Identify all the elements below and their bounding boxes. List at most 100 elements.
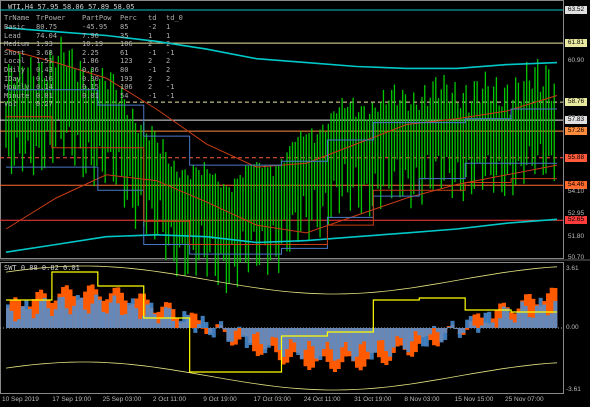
table-cell: -1 [166, 48, 175, 57]
hist-bar-blue [388, 328, 393, 357]
table-cell: 0.43 [36, 66, 53, 74]
time-axis-label: 25 Nov 07:00 [505, 396, 544, 403]
hist-bar-blue [457, 328, 462, 338]
hist-bar-blue [421, 328, 426, 347]
hist-bar-blue [138, 318, 143, 328]
hist-bar-blue [512, 322, 517, 328]
hist-bar-blue [303, 328, 308, 350]
hist-bar-blue [542, 304, 547, 328]
hist-bar-blue [105, 313, 110, 328]
hist-bar-blue [39, 301, 44, 328]
table-cell: 80 [120, 66, 129, 74]
price-label: 51.80 [567, 232, 585, 240]
hist-bar-blue [50, 316, 55, 328]
price-label: 57.83 [565, 116, 587, 125]
hist-bar-blue [428, 328, 433, 335]
hist-bar-blue [435, 328, 440, 333]
hist-bar-blue [402, 328, 407, 350]
hist-bar-blue [72, 305, 77, 328]
hist-bar-blue [553, 301, 558, 328]
hist-bar-blue [101, 311, 106, 328]
hist-bar-orange [494, 309, 499, 328]
table-cell: -1 [166, 91, 175, 100]
hist-bar-blue [399, 328, 404, 338]
table-cell: 0.27 [36, 100, 53, 109]
hist-bar-orange [432, 328, 437, 346]
hist-bar-blue [90, 303, 95, 328]
table-cell: 2 [166, 66, 171, 74]
table-cell: 1.51 [36, 57, 53, 66]
hist-bar-orange [174, 317, 180, 328]
hist-bar-blue [83, 309, 88, 328]
table-cell: Basic [4, 23, 26, 31]
table-cell: 0.30 [82, 74, 99, 83]
hist-bar-blue [380, 328, 385, 341]
table-cell: 61 [120, 48, 129, 57]
hist-bar-blue [226, 328, 231, 342]
hist-bar-orange [413, 328, 418, 353]
table-cell: 0.15 [82, 83, 99, 92]
table-cell: 2 [148, 40, 153, 49]
hist-bar-blue [46, 308, 51, 328]
price-label: 58.76 [565, 98, 587, 107]
table-cell: Short [4, 48, 26, 57]
table-cell: Hourly [4, 83, 30, 92]
hist-bar-blue [527, 317, 532, 328]
hist-bar-blue [476, 328, 481, 333]
hist-bar-blue [520, 301, 525, 328]
table-cell: 0.01 [36, 91, 53, 100]
hist-bar-blue [538, 297, 543, 328]
hist-bar-blue [237, 326, 242, 328]
hist-bar-blue [222, 328, 227, 330]
time-axis-label: 9 Oct 19:00 [203, 396, 237, 403]
hist-bar-orange [193, 313, 198, 328]
hist-bar-blue [410, 328, 415, 342]
hist-bar-blue [292, 328, 297, 343]
hist-bar-blue [28, 309, 33, 328]
hist-bar-blue [79, 297, 84, 328]
table-cell: 106 [120, 83, 133, 92]
table-cell: 2 [166, 57, 171, 66]
table-cell: 193 [120, 74, 133, 83]
table-cell: -1 [166, 83, 175, 92]
hist-bar-blue [351, 328, 356, 361]
hist-bar-blue [108, 302, 113, 328]
table-cell: Medium [4, 40, 30, 49]
hist-bar-blue [13, 321, 18, 328]
table-header-cell: td_0 [166, 14, 183, 22]
table-cell: 74.04 [36, 31, 58, 40]
hist-bar-blue [17, 319, 22, 328]
hist-bar-blue [413, 328, 418, 332]
hist-bar-blue [545, 315, 551, 328]
table-cell: 106 [120, 40, 133, 49]
table-header-cell: TrPower [36, 14, 66, 22]
hist-bar-blue [255, 328, 260, 333]
hist-bar-blue [259, 328, 264, 344]
hist-bar-blue [75, 295, 80, 328]
hist-bar-blue [369, 328, 374, 360]
table-cell: 2.25 [82, 48, 99, 57]
time-axis-label: 2 Oct 11:00 [152, 396, 187, 403]
time-axis-label: 8 Nov 03:00 [404, 396, 440, 403]
hist-bar-blue [318, 328, 323, 361]
price-label: 50.70 [567, 254, 585, 261]
table-cell: 0.36 [82, 66, 99, 74]
hist-bar-blue [116, 303, 121, 328]
hist-bar-blue [534, 305, 540, 328]
price-label: 55.88 [565, 153, 587, 162]
hist-bar-blue [127, 302, 132, 328]
hist-bar-blue [241, 328, 246, 337]
table-header-cell: td [148, 14, 157, 22]
hist-bar-blue [61, 296, 66, 328]
trading-chart-window[interactable]: WTI,H4 57.95 58.06 57.89 58.05 TrName TrP… [0, 0, 590, 407]
hist-bar-blue [211, 328, 216, 338]
hist-bar-blue [479, 325, 484, 328]
hist-bar-blue [336, 328, 341, 360]
hist-bar-blue [417, 328, 422, 336]
hist-bar-blue [472, 325, 477, 328]
hist-bar-blue [270, 328, 275, 337]
window-title: WTI,H4 57.95 58.06 57.89 58.05 [8, 3, 135, 11]
hist-bar-blue [329, 328, 334, 350]
table-cell: -2 [148, 23, 157, 31]
hist-bar-blue [68, 314, 73, 328]
